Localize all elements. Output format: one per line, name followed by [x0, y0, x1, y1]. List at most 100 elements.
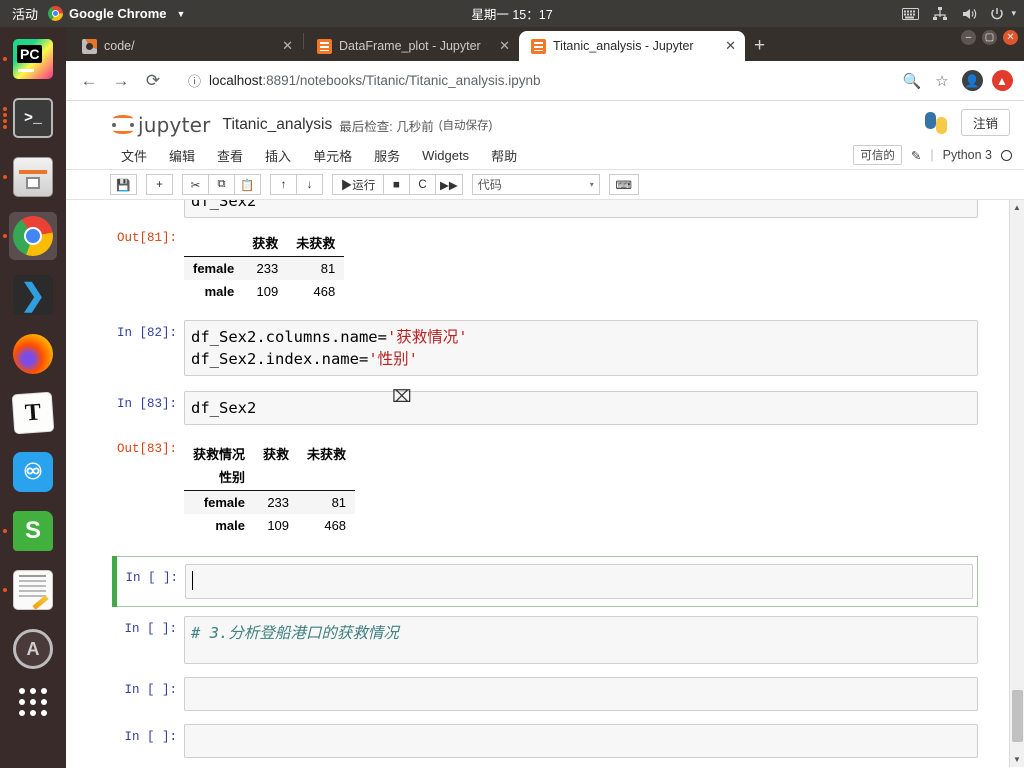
code-input[interactable]	[185, 564, 973, 599]
cell-body[interactable]: df_Sex2	[184, 391, 978, 425]
code-input[interactable]: df_Sex2	[184, 200, 978, 218]
logout-button[interactable]: 注销	[960, 109, 1010, 136]
copy-button[interactable]: ⧉	[208, 174, 235, 195]
notebook-name[interactable]: Titanic_analysis	[223, 116, 333, 134]
menu-widgets[interactable]: Widgets	[411, 148, 480, 163]
notebook-body[interactable]: df_Sex2 Out[81]: 获救 未获救 female 233 81 ma…	[66, 200, 1024, 767]
code-input[interactable]	[184, 724, 978, 758]
cell-body[interactable]	[184, 724, 978, 758]
search-icon[interactable]: 🔍	[898, 67, 926, 95]
menu-cell[interactable]: 单元格	[302, 146, 363, 165]
code-input[interactable]: df_Sex2.columns.name='获救情况' df_Sex2.inde…	[184, 320, 978, 376]
notebook-cell-empty-1[interactable]: In [ ]:	[112, 669, 978, 716]
dock-item-sogou-input[interactable]: ♾	[9, 448, 57, 496]
pycharm-icon: PC	[13, 39, 53, 79]
cell-body[interactable]: # 3.分析登船港口的获救情况	[184, 616, 978, 664]
dock-item-terminal[interactable]: >_	[3, 94, 57, 142]
scroll-up-arrow[interactable]: ▲	[1010, 200, 1024, 215]
kernel-idle-icon[interactable]	[1001, 149, 1012, 161]
chevron-down-icon[interactable]: ▾	[1011, 8, 1016, 19]
cell-body[interactable]	[184, 677, 978, 711]
restart-kernel-button[interactable]: C	[409, 174, 436, 195]
notebook-cell-empty-2[interactable]: In [ ]:	[112, 716, 978, 763]
app-menu-chrome[interactable]: Google Chrome ▼	[48, 6, 185, 21]
table-cell: 468	[324, 518, 347, 533]
run-button[interactable]: ▶运行	[332, 174, 384, 195]
command-palette-button[interactable]: ⌨	[608, 174, 639, 195]
close-window-button[interactable]: ✕	[1003, 30, 1018, 45]
dock-item-files[interactable]	[3, 153, 57, 201]
notebook-cell-82[interactable]: In [82]: df_Sex2.columns.name='获救情况' df_…	[112, 308, 978, 381]
profile-avatar-icon[interactable]: 👤	[958, 67, 986, 95]
minimize-button[interactable]: –	[961, 30, 976, 45]
cell-body[interactable]: df_Sex2.columns.name='获救情况' df_Sex2.inde…	[184, 320, 978, 376]
dock-item-wps-spreadsheet[interactable]: S	[3, 507, 57, 555]
vertical-scrollbar[interactable]: ▲ ▼	[1009, 200, 1024, 767]
menu-kernel[interactable]: 服务	[363, 146, 411, 165]
close-icon[interactable]: ✕	[279, 38, 296, 54]
back-button[interactable]: ←	[74, 66, 104, 96]
scroll-down-arrow[interactable]: ▼	[1010, 752, 1024, 767]
running-indicator	[3, 588, 7, 592]
paste-button[interactable]: 📋	[234, 174, 261, 195]
code-input[interactable]: # 3.分析登船港口的获救情况	[184, 616, 978, 664]
power-icon[interactable]	[990, 7, 1004, 21]
menu-insert[interactable]: 插入	[254, 146, 302, 165]
site-info-icon[interactable]: ⓘ	[188, 71, 201, 90]
menu-view[interactable]: 查看	[206, 146, 254, 165]
restart-and-run-all-button[interactable]: ▶▶	[435, 174, 463, 195]
activities-button[interactable]: 活动	[0, 4, 48, 23]
jupyter-logo[interactable]: jupyter	[112, 113, 211, 137]
bookmark-star-icon[interactable]: ☆	[928, 67, 956, 95]
move-cell-down-button[interactable]: ↓	[296, 174, 323, 195]
dock-item-typora[interactable]: T	[9, 389, 57, 437]
close-icon[interactable]: ✕	[496, 38, 513, 54]
cell-type-select[interactable]: 代码 ▾	[471, 174, 600, 195]
notebook-cell-comment[interactable]: In [ ]: # 3.分析登船港口的获救情况	[112, 607, 978, 669]
jupyter-notebook-icon	[317, 38, 332, 54]
code-line: df_Sex2.index.name=	[191, 350, 369, 368]
insert-cell-button[interactable]: +	[146, 174, 173, 195]
forward-button[interactable]: →	[106, 66, 136, 96]
browser-tab-dataframe-plot[interactable]: DataFrame_plot - Jupyter ✕	[305, 31, 519, 61]
network-icon[interactable]	[932, 6, 948, 21]
scrollbar-thumb[interactable]	[1012, 690, 1023, 742]
menu-edit[interactable]: 编辑	[158, 146, 206, 165]
notebook-cell-selected[interactable]: In [ ]:	[112, 556, 978, 607]
toolbar-group-edit: ✂ ⧉ 📋	[182, 174, 261, 195]
row-index: male	[215, 518, 246, 533]
address-bar[interactable]: ⓘ localhost:8891/notebooks/Titanic/Titan…	[176, 66, 890, 95]
code-input[interactable]	[184, 677, 978, 711]
trusted-badge[interactable]: 可信的	[853, 145, 902, 165]
dock-item-google-chrome[interactable]	[3, 212, 57, 260]
extension-icon[interactable]: ▲	[988, 67, 1016, 95]
dock-item-show-applications[interactable]	[9, 684, 57, 732]
dock-item-firefox[interactable]	[9, 330, 57, 378]
keyboard-icon[interactable]	[902, 7, 920, 20]
cut-button[interactable]: ✂	[182, 174, 209, 195]
maximize-button[interactable]: ▢	[982, 30, 997, 45]
cell-body[interactable]: df_Sex2	[184, 200, 978, 218]
cell-body[interactable]	[185, 564, 973, 599]
menu-file[interactable]: 文件	[110, 146, 158, 165]
dock-item-archive-manager[interactable]: A	[9, 625, 57, 673]
system-tray[interactable]: ▾	[902, 6, 1016, 21]
dock-item-pycharm[interactable]: PC	[3, 35, 57, 83]
dock-item-notes-editor[interactable]	[3, 566, 57, 614]
menu-help[interactable]: 帮助	[480, 146, 528, 165]
interrupt-kernel-button[interactable]: ■	[383, 174, 410, 195]
notebook-cell-clipped[interactable]: df_Sex2	[112, 200, 978, 223]
notebook-cell-empty-3[interactable]: In [ ]:	[112, 763, 978, 767]
reload-button[interactable]: ⟳	[138, 66, 168, 96]
edit-pencil-icon[interactable]: ✎	[911, 148, 921, 163]
move-cell-up-button[interactable]: ↑	[270, 174, 297, 195]
code-input[interactable]: df_Sex2	[184, 391, 978, 425]
browser-tab-code[interactable]: code/ ✕	[70, 31, 302, 61]
close-icon[interactable]: ✕	[722, 38, 739, 54]
dock-item-vscode[interactable]: ❯	[9, 271, 57, 319]
browser-tab-titanic-analysis[interactable]: Titanic_analysis - Jupyter ✕	[519, 31, 745, 61]
notebook-cell-83[interactable]: In [83]: df_Sex2	[112, 381, 978, 430]
save-button[interactable]: 💾	[110, 174, 137, 195]
new-tab-button[interactable]: +	[745, 35, 774, 61]
volume-icon[interactable]	[961, 7, 977, 21]
